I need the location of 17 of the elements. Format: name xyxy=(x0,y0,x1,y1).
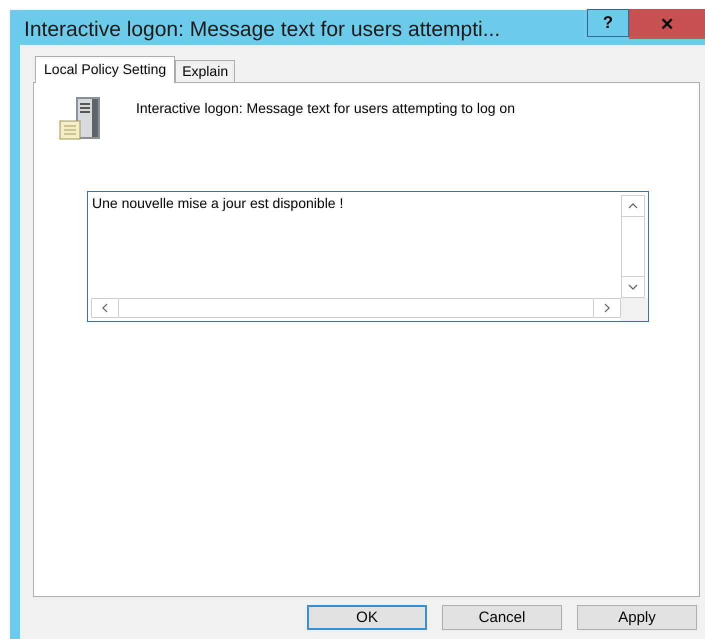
message-field[interactable]: Une nouvelle mise a jour est disponible ! xyxy=(87,191,649,322)
scrollbar-corner xyxy=(621,298,648,321)
scroll-up-icon[interactable] xyxy=(628,202,638,210)
scroll-left-icon[interactable] xyxy=(101,303,109,313)
dialog-button[interactable]: OK xyxy=(307,605,427,630)
help-button[interactable]: ? xyxy=(587,9,629,37)
scroll-right-icon[interactable] xyxy=(603,303,611,313)
horizontal-scrollbar[interactable] xyxy=(91,298,621,318)
window-title: Interactive logon: Message text for users attempti... xyxy=(23,18,500,42)
policy-name: Interactive logon: Message text for users attempting to log on xyxy=(136,100,515,116)
dialog-button[interactable]: Apply xyxy=(577,605,697,630)
tab[interactable]: Local Policy Setting xyxy=(35,56,176,83)
scroll-down-icon[interactable] xyxy=(628,283,638,291)
tab[interactable]: Explain xyxy=(175,60,236,82)
dialog-button[interactable]: Cancel xyxy=(442,605,562,630)
vertical-scrollbar[interactable] xyxy=(621,195,645,298)
close-button[interactable]: ✕ xyxy=(629,9,705,39)
